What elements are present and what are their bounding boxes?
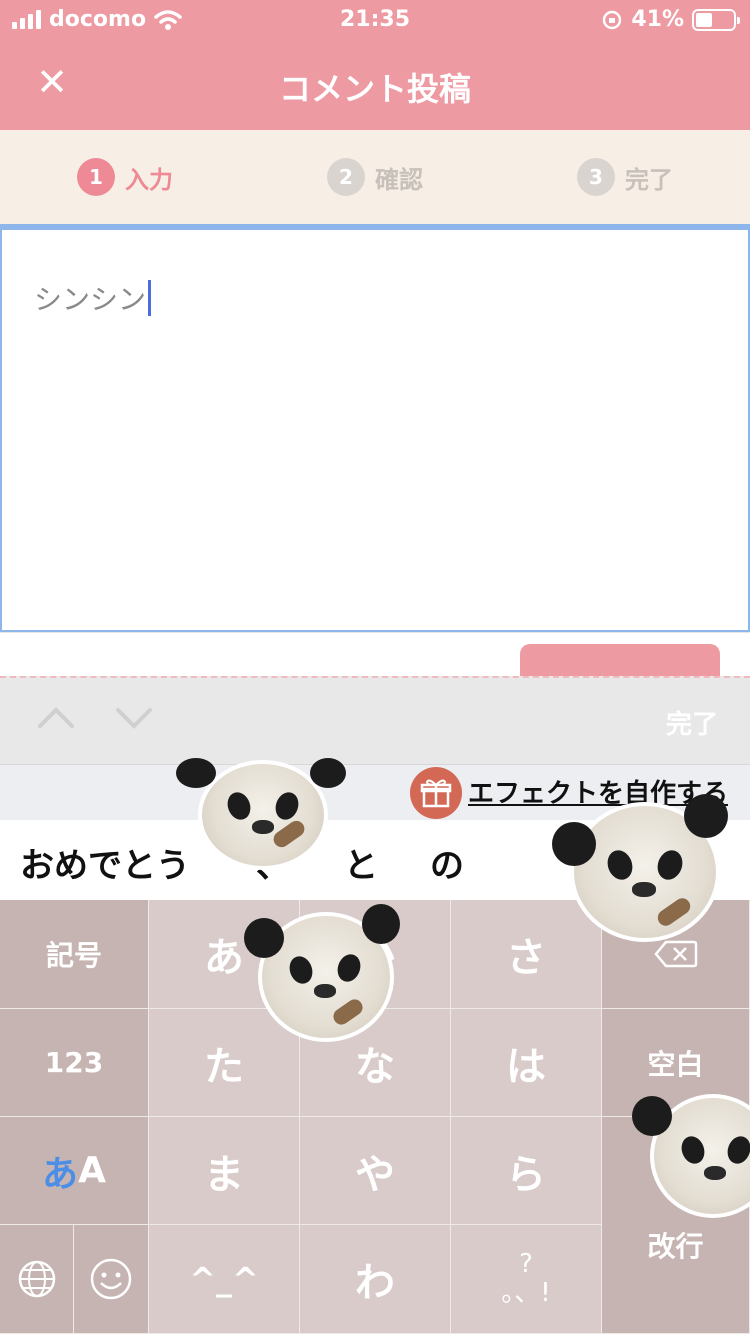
comment-text: シンシン	[34, 283, 147, 316]
key-symbols[interactable]: 記号	[0, 900, 149, 1009]
candidate-word[interactable]: の	[430, 838, 464, 887]
panda-sticker	[176, 756, 346, 876]
punct-top: ?	[519, 1249, 533, 1280]
step-number: 3	[577, 158, 615, 196]
mode-alpha: A	[78, 1150, 106, 1191]
step-label: 入力	[125, 165, 173, 194]
step-number: 1	[77, 158, 115, 196]
text-caret	[148, 280, 152, 316]
emoji-icon[interactable]	[74, 1225, 149, 1334]
page-title: コメント投稿	[278, 70, 471, 108]
step-label: 確認	[375, 165, 423, 194]
mode-kana: あ	[42, 1153, 79, 1195]
panda-sticker	[242, 900, 402, 1045]
key-wa[interactable]: わ	[300, 1225, 451, 1334]
step-complete: 3 完了	[500, 130, 750, 224]
done-button[interactable]: 完了	[666, 704, 718, 741]
battery-icon	[692, 8, 740, 31]
keyboard-accessory-bar: 完了	[0, 676, 750, 764]
key-punctuation[interactable]: ? 。、!	[451, 1225, 602, 1334]
step-label: 完了	[625, 165, 673, 194]
panda-sticker	[552, 788, 732, 948]
battery-percent: 41%	[631, 7, 684, 32]
key-ma[interactable]: ま	[149, 1117, 300, 1225]
candidate-word[interactable]: おめでとう	[20, 838, 190, 887]
punct-bottom: 。、!	[501, 1278, 551, 1308]
candidate-word[interactable]: と	[344, 838, 378, 887]
chevron-up-icon[interactable]	[34, 696, 78, 740]
globe-icon[interactable]	[0, 1225, 74, 1334]
step-input: 1 入力	[0, 130, 250, 224]
status-bar: docomo 21:35 41%	[0, 0, 750, 40]
chevron-down-icon[interactable]	[112, 696, 156, 740]
header: ✕ コメント投稿	[0, 40, 750, 130]
key-input-mode[interactable]: あA	[0, 1117, 149, 1225]
step-confirm: 2 確認	[250, 130, 500, 224]
step-indicator: 1 入力 2 確認 3 完了	[0, 130, 750, 224]
rotation-lock-icon	[603, 10, 622, 29]
gift-icon[interactable]	[410, 767, 462, 819]
step-number: 2	[327, 158, 365, 196]
panda-sticker	[632, 1084, 750, 1224]
comment-textarea[interactable]: シンシン	[0, 224, 750, 632]
top-bar: docomo 21:35 41% ✕ コメント投稿	[0, 0, 750, 130]
key-face[interactable]: ^_^	[149, 1225, 300, 1334]
key-ra[interactable]: ら	[451, 1117, 602, 1225]
key-ha[interactable]: は	[451, 1009, 602, 1117]
key-ya[interactable]: や	[300, 1117, 451, 1225]
key-numbers[interactable]: 123	[0, 1009, 149, 1117]
